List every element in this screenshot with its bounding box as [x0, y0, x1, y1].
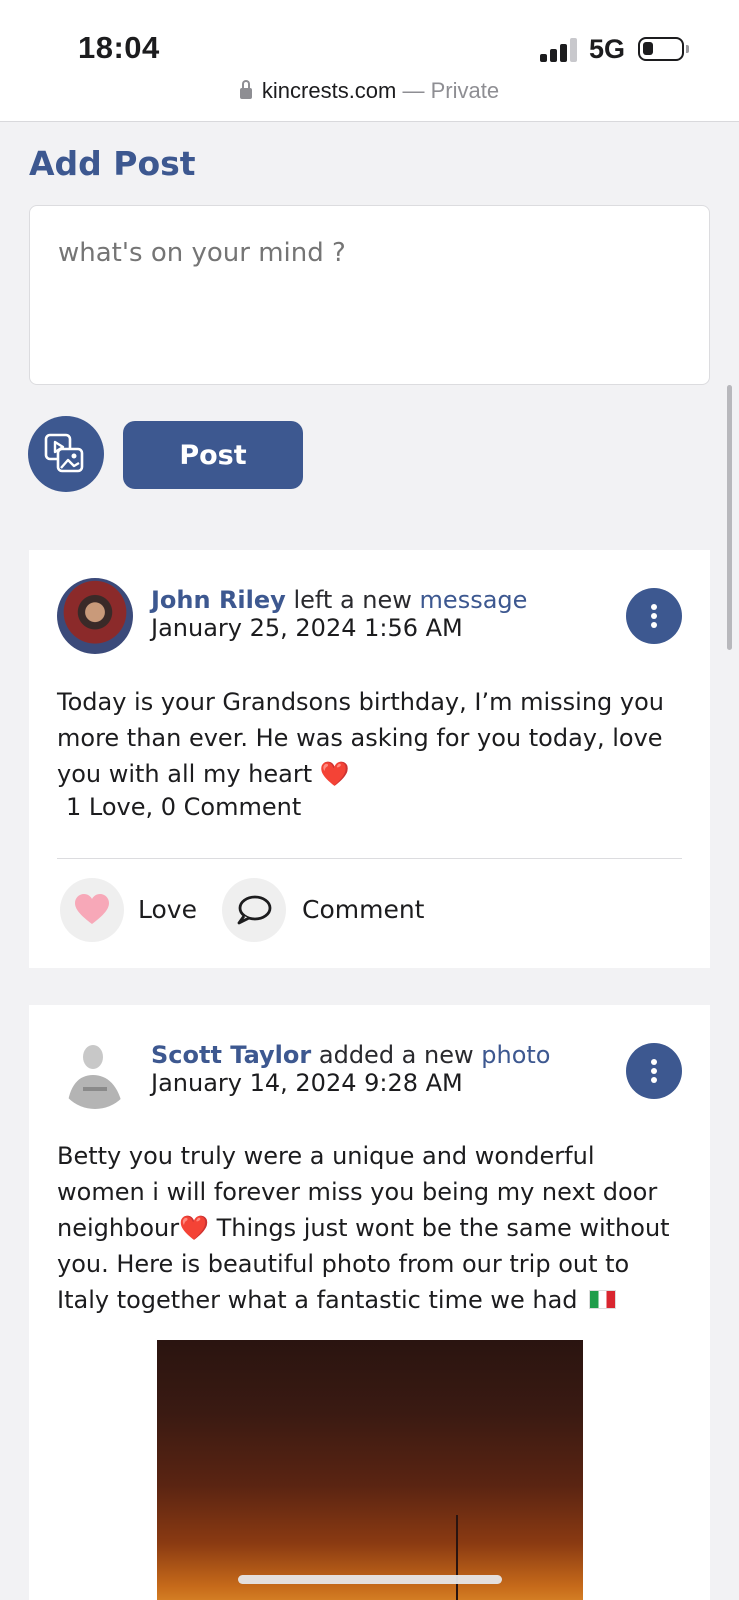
url-bar[interactable]: kincrests.com — Private	[0, 78, 739, 104]
love-label[interactable]: Love	[138, 895, 197, 924]
comment-label[interactable]: Comment	[302, 895, 425, 924]
love-button[interactable]	[60, 878, 124, 942]
reaction-counts: 1 Love, 0 Comment	[66, 793, 302, 821]
heart-emoji: ❤️	[319, 760, 350, 788]
scrollbar[interactable]	[727, 385, 732, 650]
post-meta: Scott Taylor added a new photo January 1…	[151, 1041, 551, 1097]
add-media-button[interactable]	[28, 416, 104, 492]
post-options-button[interactable]	[626, 1043, 682, 1099]
lock-icon	[239, 80, 252, 99]
sunset-image	[456, 1515, 458, 1600]
status-bar: 18:04 5G kincrests.com — Private	[0, 0, 739, 122]
post-action: added a new	[318, 1041, 474, 1069]
comment-icon	[237, 895, 272, 925]
post-button[interactable]: Post	[123, 421, 303, 489]
avatar[interactable]	[57, 578, 133, 654]
post-type-link[interactable]: photo	[481, 1041, 550, 1069]
post-date: January 14, 2024 9:28 AM	[151, 1069, 463, 1097]
private-label: — Private	[402, 78, 500, 103]
person-photo	[67, 1045, 123, 1109]
post-input[interactable]	[29, 205, 710, 385]
photo-video-icon	[44, 433, 84, 473]
author-link[interactable]: John Riley	[151, 586, 286, 614]
heart-icon	[75, 894, 109, 924]
post-photo[interactable]	[157, 1340, 583, 1600]
author-link[interactable]: Scott Taylor	[151, 1041, 311, 1069]
post-text: Betty you truly were a unique and wonder…	[57, 1142, 670, 1314]
post-options-button[interactable]	[626, 588, 682, 644]
network-label: 5G	[589, 34, 626, 64]
heart-emoji: ❤️	[179, 1214, 209, 1242]
post-type-link[interactable]: message	[420, 586, 528, 614]
post-action: left a new	[293, 586, 412, 614]
home-indicator[interactable]	[238, 1575, 502, 1584]
battery-icon	[638, 37, 689, 61]
url-domain: kincrests.com	[261, 78, 397, 103]
signal-icon	[540, 38, 578, 62]
post-meta: John Riley left a new message January 25…	[151, 586, 527, 642]
post-card: John Riley left a new message January 25…	[29, 550, 710, 968]
clock: 18:04	[78, 30, 160, 65]
page-title: Add Post	[29, 144, 196, 183]
divider	[57, 858, 682, 859]
avatar[interactable]	[57, 1033, 133, 1109]
comment-button[interactable]	[222, 878, 286, 942]
italy-flag-icon	[589, 1290, 617, 1309]
post-text: Today is your Grandsons birthday, I’m mi…	[57, 688, 664, 788]
post-card: Scott Taylor added a new photo January 1…	[29, 1005, 710, 1600]
post-date: January 25, 2024 1:56 AM	[151, 614, 463, 642]
